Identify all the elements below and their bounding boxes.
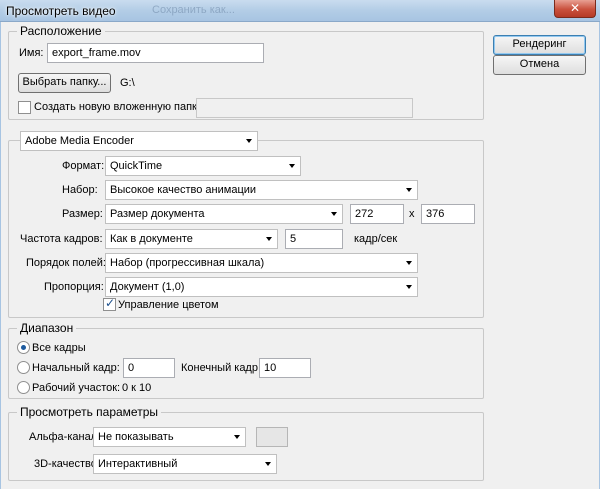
format-select[interactable]: QuickTime [105, 156, 301, 176]
size-select-value: Размер документа [110, 208, 205, 220]
width-input[interactable]: 272 [350, 204, 404, 224]
chevron-down-icon [266, 237, 272, 241]
3d-quality-label: 3D-качество: [34, 458, 100, 470]
framerate-input[interactable]: 5 [285, 229, 343, 249]
color-management-checkbox[interactable] [103, 296, 116, 311]
chevron-down-icon [331, 212, 337, 216]
subfolder-name-input[interactable] [196, 98, 413, 118]
all-frames-label: Все кадры [32, 342, 86, 354]
size-label: Размер: [62, 208, 103, 220]
close-icon: ✕ [569, 1, 581, 15]
cancel-button[interactable]: Отмена [493, 55, 586, 75]
preset-select[interactable]: Высокое качество анимации [105, 180, 418, 200]
all-frames-radio[interactable] [17, 341, 30, 354]
folder-path: G:\ [120, 77, 135, 89]
alpha-channel-select[interactable]: Не показывать [93, 427, 246, 447]
aspect-select[interactable]: Документ (1,0) [105, 277, 418, 297]
start-frame-radio[interactable] [17, 361, 30, 374]
background-window-title: Сохранить как... [152, 4, 235, 16]
encoder-select-value: Adobe Media Encoder [25, 135, 134, 147]
3d-quality-select[interactable]: Интерактивный [93, 454, 277, 474]
height-input[interactable]: 376 [421, 204, 475, 224]
location-legend: Расположение [17, 24, 105, 38]
choose-folder-button[interactable]: Выбрать папку... [18, 73, 111, 93]
range-legend: Диапазон [17, 321, 77, 335]
render-button[interactable]: Рендеринг [493, 35, 586, 55]
create-subfolder-checkbox[interactable] [18, 101, 31, 114]
format-select-value: QuickTime [110, 160, 163, 172]
size-select[interactable]: Размер документа [105, 204, 343, 224]
end-frame-label: Конечный кадр: [181, 362, 262, 374]
window-title: Просмотреть видео [6, 4, 116, 18]
chevron-down-icon [246, 139, 252, 143]
preset-select-value: Высокое качество анимации [110, 184, 257, 196]
file-name-input[interactable]: export_frame.mov [47, 43, 264, 63]
alpha-color-swatch[interactable] [256, 427, 288, 447]
field-order-select-value: Набор (прогрессивная шкала) [110, 257, 265, 269]
framerate-unit: кадр/сек [354, 233, 398, 245]
end-frame-input[interactable]: 10 [259, 358, 311, 378]
framerate-label: Частота кадров: [20, 233, 103, 245]
chevron-down-icon [265, 462, 271, 466]
chevron-down-icon [406, 285, 412, 289]
name-label: Имя: [19, 47, 44, 59]
work-area-radio[interactable] [17, 381, 30, 394]
work-area-label: Рабочий участок: [32, 382, 121, 394]
alpha-channel-select-value: Не показывать [98, 431, 174, 443]
encoder-select[interactable]: Adobe Media Encoder [20, 131, 258, 151]
framerate-select[interactable]: Как в документе [105, 229, 278, 249]
chevron-down-icon [406, 188, 412, 192]
color-management-label: Управление цветом [118, 299, 219, 311]
field-order-label: Порядок полей: [26, 257, 106, 269]
create-subfolder-label: Создать новую вложенную папку: [34, 101, 206, 113]
start-frame-label: Начальный кадр: [32, 362, 120, 374]
aspect-label: Пропорция: [44, 281, 104, 293]
framerate-select-value: Как в документе [110, 233, 193, 245]
work-area-value: 0 к 10 [122, 382, 152, 394]
format-label: Формат: [62, 160, 105, 172]
size-separator: x [409, 208, 415, 220]
close-button[interactable]: ✕ [554, 0, 596, 18]
field-order-select[interactable]: Набор (прогрессивная шкала) [105, 253, 418, 273]
aspect-select-value: Документ (1,0) [110, 281, 185, 293]
alpha-channel-label: Альфа-канал: [29, 431, 101, 443]
start-frame-input[interactable]: 0 [123, 358, 175, 378]
preset-label: Набор: [62, 184, 98, 196]
3d-quality-select-value: Интерактивный [98, 458, 178, 470]
title-bar: Просмотреть видео Сохранить как... ✕ [0, 0, 600, 22]
chevron-down-icon [406, 261, 412, 265]
chevron-down-icon [234, 435, 240, 439]
chevron-down-icon [289, 164, 295, 168]
render-options-legend: Просмотреть параметры [17, 405, 161, 419]
